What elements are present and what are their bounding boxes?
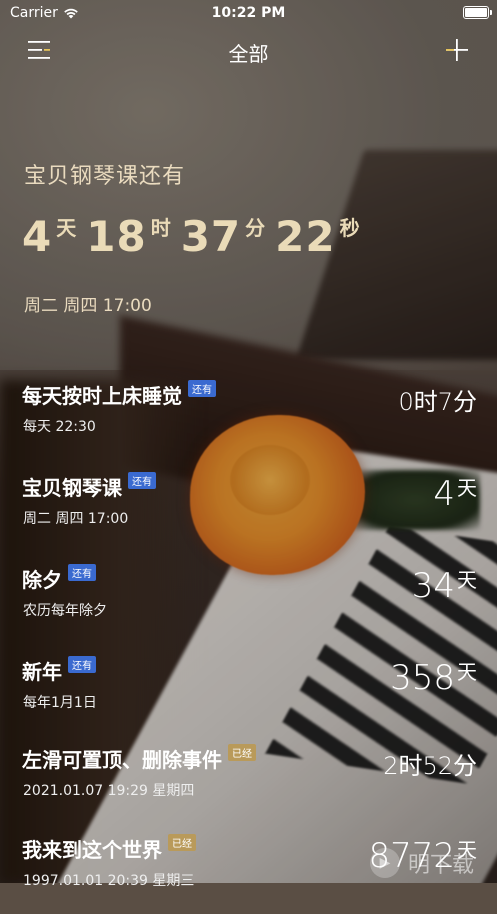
event-name: 宝贝钢琴课 xyxy=(22,476,122,500)
event-row-new-year[interactable]: 新年 还有 每年1月1日 358 天 xyxy=(0,646,497,736)
event-unit: 天 xyxy=(457,476,477,500)
event-row-piano[interactable]: 宝贝钢琴课 还有 周二 周四 17:00 4 天 xyxy=(0,462,497,552)
nav-bar: 全部 xyxy=(0,30,497,70)
event-remaining: 358 天 xyxy=(390,658,477,698)
event-value: 0时7分 xyxy=(398,388,477,416)
event-value: 358 xyxy=(390,658,455,698)
event-name: 我来到这个世界 xyxy=(22,838,162,862)
event-name-container: 每天按时上床睡觉 还有 xyxy=(22,380,216,409)
event-remaining: 2时52分 xyxy=(383,746,477,781)
event-value: 4 xyxy=(433,474,455,514)
hero-event-title: 宝贝钢琴课还有 xyxy=(24,164,186,189)
event-name-container: 新年 还有 xyxy=(22,656,96,685)
event-name: 左滑可置顶、删除事件 xyxy=(22,748,222,772)
countdown-minutes-unit: 分 xyxy=(245,216,266,240)
event-meta: 2021.01.07 19:29 星期四 xyxy=(23,783,195,799)
page-title: 全部 xyxy=(228,42,269,66)
watermark: ▶ 明下载 xyxy=(347,843,497,883)
event-row-sleep[interactable]: 每天按时上床睡觉 还有 每天 22:30 0时7分 xyxy=(0,370,497,460)
countdown-seconds-unit: 秒 xyxy=(339,216,360,240)
battery-icon xyxy=(463,6,492,19)
event-unit: 天 xyxy=(457,660,477,684)
hero-countdown: 4 天 18 时 37 分 22 秒 xyxy=(22,212,370,261)
event-name: 除夕 xyxy=(22,568,62,592)
countdown-hours: 18 xyxy=(86,212,147,261)
status-time: 10:22 PM xyxy=(211,5,286,21)
countdown-days: 4 xyxy=(22,212,53,261)
status-badge: 还有 xyxy=(128,472,156,489)
event-name-container: 除夕 还有 xyxy=(22,564,96,593)
add-event-button[interactable] xyxy=(443,36,471,64)
event-meta: 周二 周四 17:00 xyxy=(23,511,129,527)
event-name-container: 我来到这个世界 已经 xyxy=(22,834,196,863)
event-meta: 1997.01.01 20:39 星期三 xyxy=(23,873,195,889)
status-bar: Carrier 10:22 PM xyxy=(0,0,497,26)
event-row-swipe-hint[interactable]: 左滑可置顶、删除事件 已经 2021.01.07 19:29 星期四 2时52分 xyxy=(0,734,497,824)
status-badge: 已经 xyxy=(168,834,196,851)
status-badge: 已经 xyxy=(228,744,256,761)
watermark-text: 明下载 xyxy=(407,853,474,878)
countdown-hours-unit: 时 xyxy=(150,216,171,240)
status-badge: 还有 xyxy=(68,656,96,673)
event-meta: 每天 22:30 xyxy=(23,419,96,435)
event-value: 2时52分 xyxy=(383,752,477,780)
countdown-minutes: 37 xyxy=(180,212,242,261)
event-name: 新年 xyxy=(22,660,62,684)
watermark-logo-icon: ▶ xyxy=(369,848,400,878)
event-name-container: 宝贝钢琴课 还有 xyxy=(22,472,156,501)
event-remaining: 34 天 xyxy=(412,566,477,606)
event-value: 34 xyxy=(411,566,455,606)
countdown-days-unit: 天 xyxy=(56,216,77,240)
event-unit: 天 xyxy=(457,568,477,592)
event-remaining: 0时7分 xyxy=(398,382,477,417)
event-row-new-years-eve[interactable]: 除夕 还有 农历每年除夕 34 天 xyxy=(0,554,497,644)
status-badge: 还有 xyxy=(68,564,96,581)
countdown-seconds: 22 xyxy=(275,212,336,261)
event-name: 每天按时上床睡觉 xyxy=(22,384,182,408)
event-remaining: 4 天 xyxy=(433,474,477,514)
plus-icon xyxy=(446,39,468,61)
status-badge: 还有 xyxy=(188,380,216,397)
event-name-container: 左滑可置顶、删除事件 已经 xyxy=(22,744,256,773)
hero-schedule: 周二 周四 17:00 xyxy=(24,296,152,316)
event-meta: 农历每年除夕 xyxy=(23,603,107,619)
event-meta: 每年1月1日 xyxy=(23,695,97,711)
